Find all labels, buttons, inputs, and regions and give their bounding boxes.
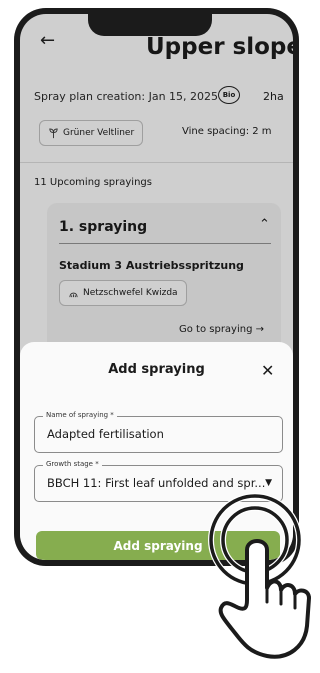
tap-hand-icon xyxy=(208,493,311,659)
name-of-spraying-label: Name of spraying * xyxy=(43,411,117,419)
close-icon[interactable]: ✕ xyxy=(261,361,274,380)
name-of-spraying-value: Adapted fertilisation xyxy=(47,427,164,441)
phone-notch xyxy=(88,14,212,36)
name-of-spraying-field[interactable]: Name of spraying * Adapted fertilisation xyxy=(34,411,283,453)
growth-stage-label: Growth stage * xyxy=(43,460,102,468)
sheet-title: Add spraying xyxy=(108,362,205,377)
app-screen: ← Upper slope Spray plan creation: Jan 1… xyxy=(20,14,293,560)
